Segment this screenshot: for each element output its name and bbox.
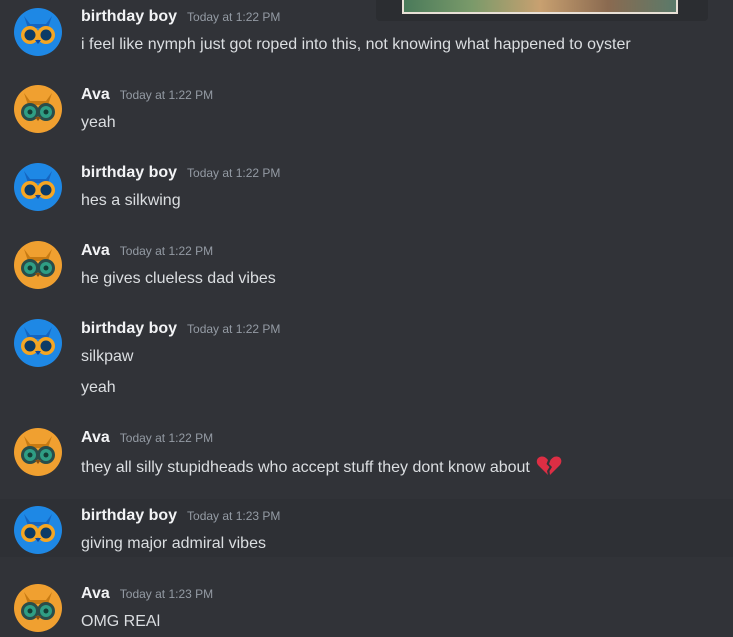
- timestamp[interactable]: Today at 1:22 PM: [120, 244, 213, 258]
- orange-owl-avatar[interactable]: [14, 584, 62, 632]
- username[interactable]: Ava: [81, 585, 110, 603]
- timestamp[interactable]: Today at 1:22 PM: [187, 10, 280, 24]
- message-text-line: they all silly stupidheads who accept st…: [81, 455, 562, 479]
- username[interactable]: birthday boy: [81, 164, 177, 182]
- message-text: yeah: [81, 379, 116, 396]
- timestamp[interactable]: Today at 1:22 PM: [120, 431, 213, 445]
- username[interactable]: Ava: [81, 242, 110, 260]
- blue-owl-avatar[interactable]: [14, 8, 62, 56]
- timestamp[interactable]: Today at 1:22 PM: [187, 166, 280, 180]
- timestamp[interactable]: Today at 1:22 PM: [120, 88, 213, 102]
- orange-owl-avatar[interactable]: [14, 428, 62, 476]
- message-text: OMG REAl: [81, 613, 161, 630]
- message[interactable]: Ava Today at 1:22 PM he gives clueless d…: [0, 234, 733, 304]
- message-text: hes a silkwing: [81, 192, 181, 209]
- timestamp[interactable]: Today at 1:23 PM: [120, 587, 213, 601]
- message[interactable]: Ava Today at 1:22 PM they all silly stup…: [0, 421, 733, 491]
- orange-owl-avatar[interactable]: [14, 85, 62, 133]
- message-text: silkpaw: [81, 348, 134, 365]
- message-text: i feel like nymph just got roped into th…: [81, 36, 631, 53]
- blue-owl-avatar[interactable]: [14, 163, 62, 211]
- message-text: they all silly stupidheads who accept st…: [81, 459, 530, 476]
- chat-message-list: birthday boy Today at 1:22 PM i feel lik…: [0, 0, 733, 637]
- timestamp[interactable]: Today at 1:22 PM: [187, 322, 280, 336]
- blue-owl-avatar[interactable]: [14, 319, 62, 367]
- timestamp[interactable]: Today at 1:23 PM: [187, 509, 280, 523]
- username[interactable]: Ava: [81, 429, 110, 447]
- orange-owl-avatar[interactable]: [14, 241, 62, 289]
- message[interactable]: birthday boy Today at 1:23 PM giving maj…: [0, 499, 733, 557]
- message[interactable]: birthday boy Today at 1:22 PM i feel lik…: [0, 0, 733, 70]
- username[interactable]: birthday boy: [81, 507, 177, 525]
- message-text: yeah: [81, 114, 116, 131]
- broken-heart-icon[interactable]: [536, 455, 562, 477]
- message[interactable]: Ava Today at 1:22 PM yeah: [0, 78, 733, 148]
- message[interactable]: birthday boy Today at 1:22 PM silkpaw ye…: [0, 312, 733, 414]
- username[interactable]: birthday boy: [81, 320, 177, 338]
- username[interactable]: Ava: [81, 86, 110, 104]
- message[interactable]: Ava Today at 1:23 PM OMG REAl: [0, 577, 733, 637]
- message[interactable]: birthday boy Today at 1:22 PM hes a silk…: [0, 156, 733, 226]
- username[interactable]: birthday boy: [81, 8, 177, 26]
- message-text: he gives clueless dad vibes: [81, 270, 276, 287]
- message-text: giving major admiral vibes: [81, 535, 266, 552]
- blue-owl-avatar[interactable]: [14, 506, 62, 554]
